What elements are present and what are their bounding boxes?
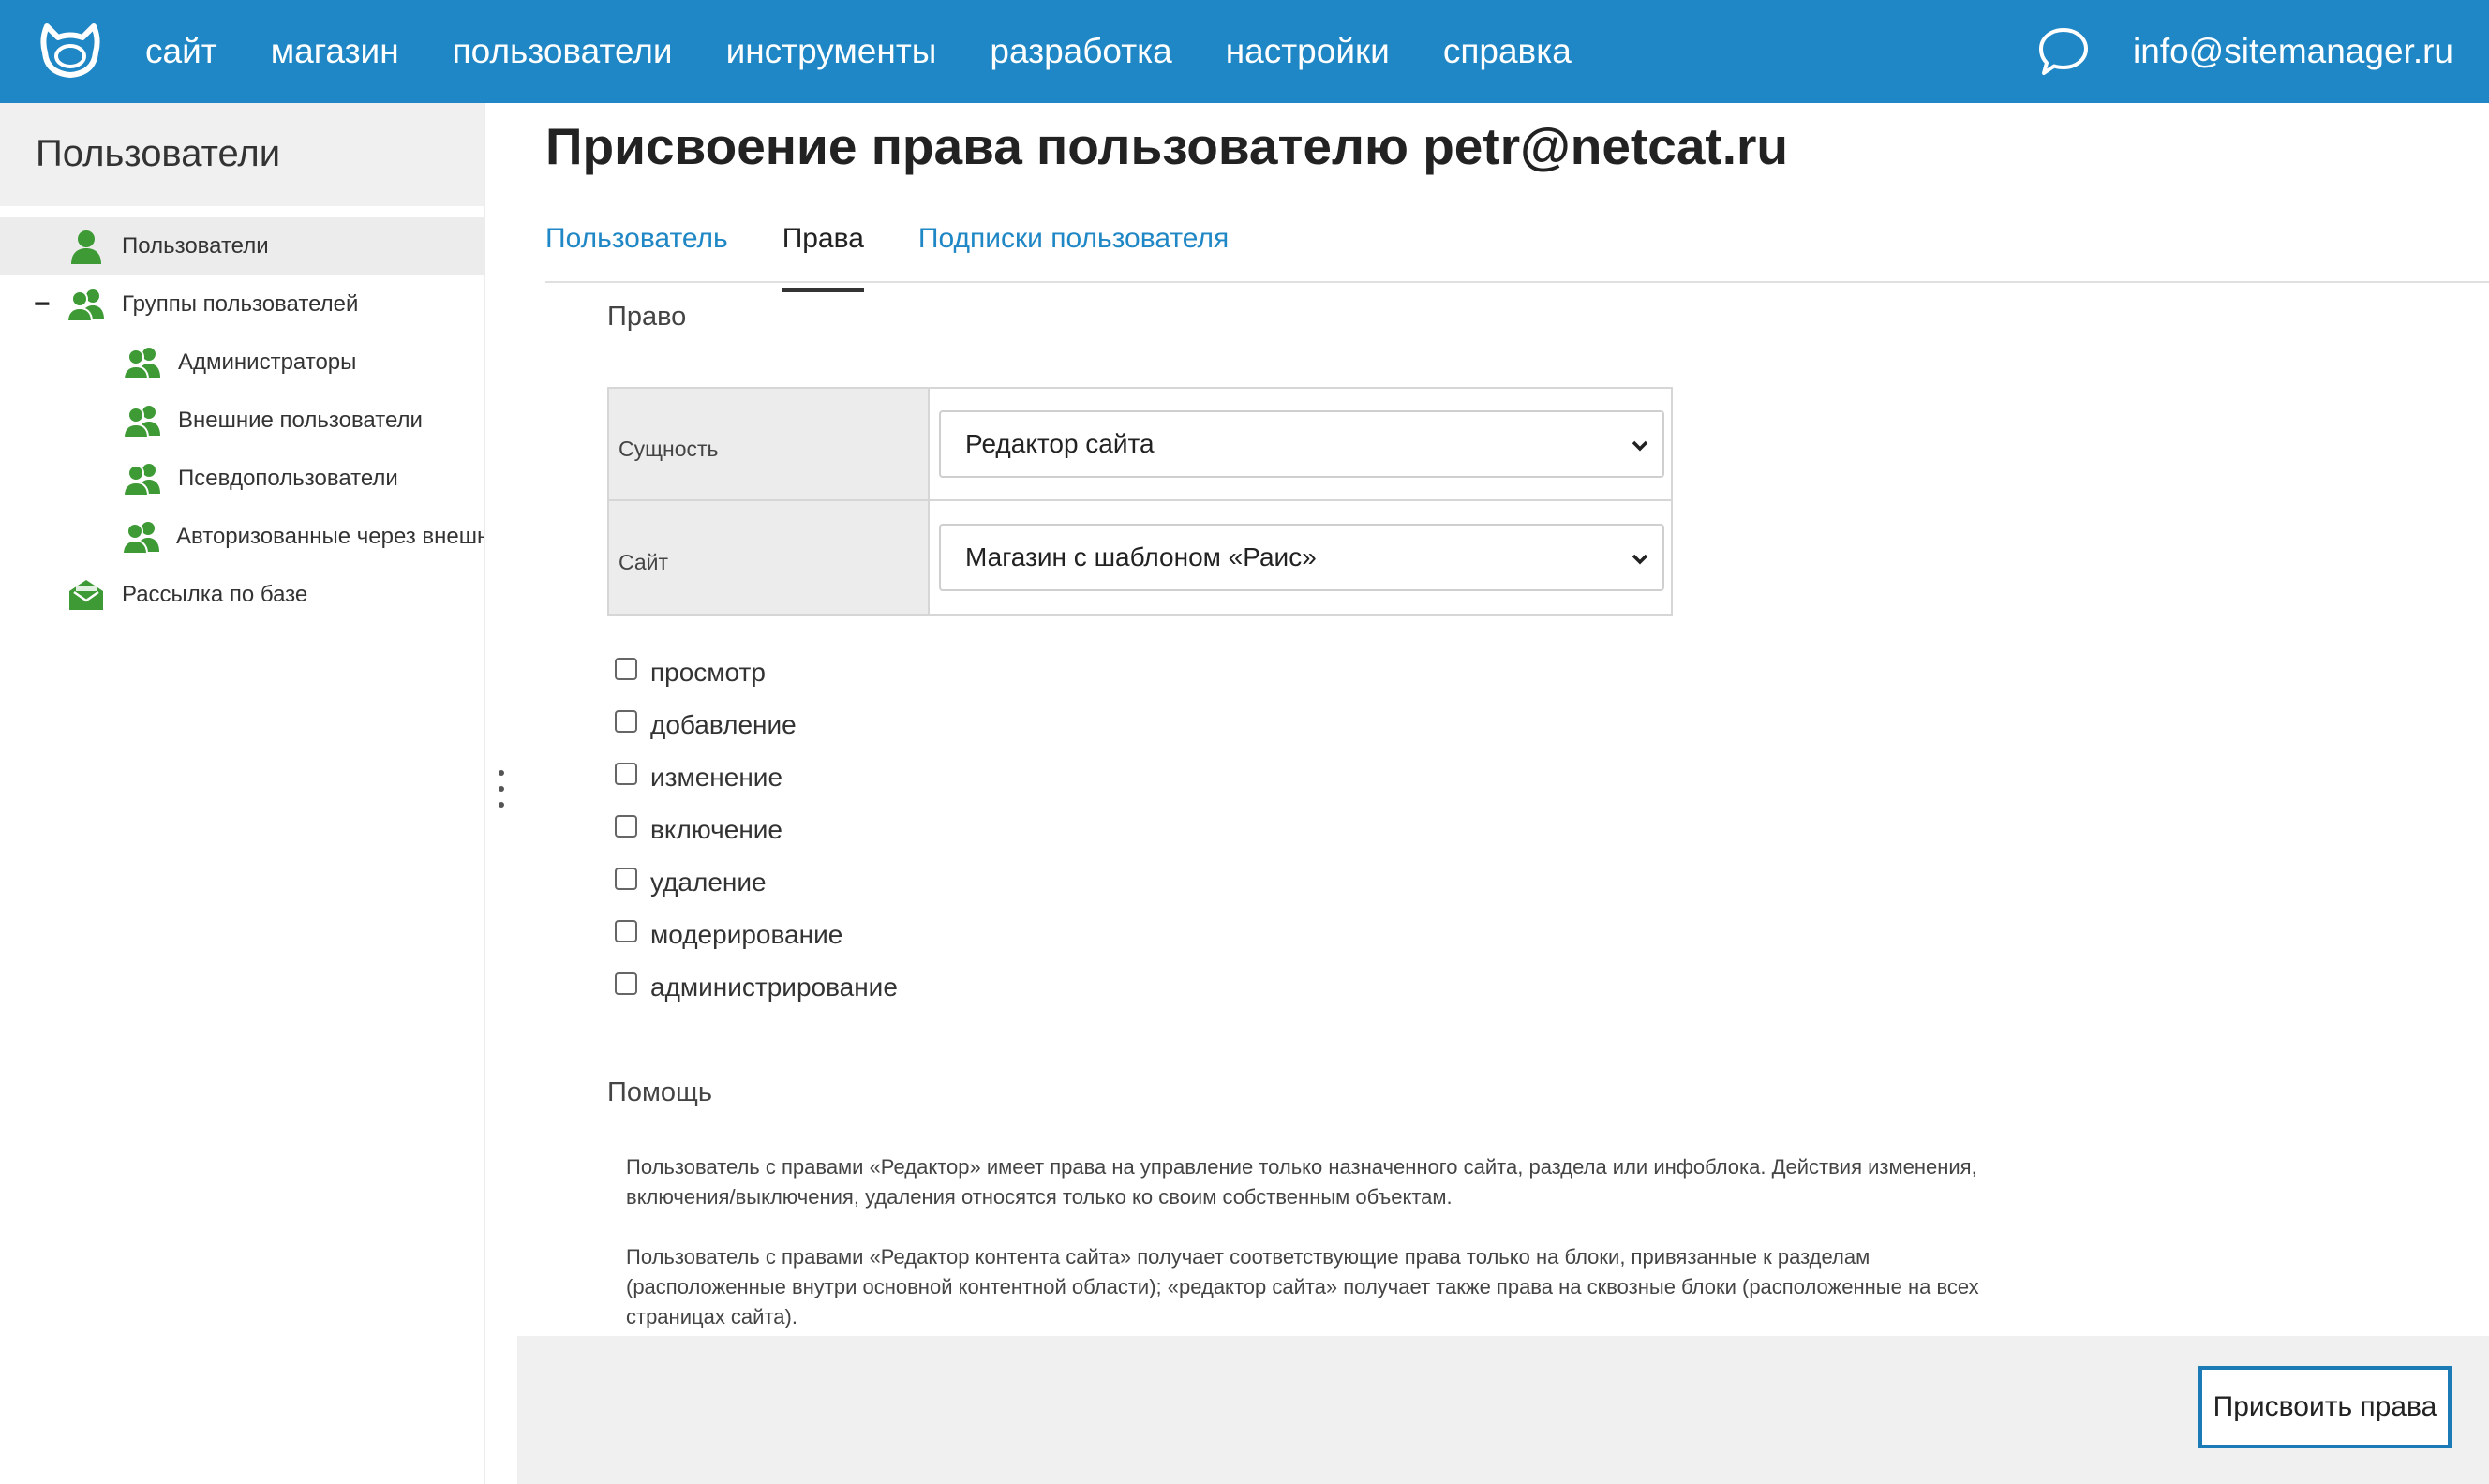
sidebar-item-label: Пользователи <box>122 233 269 259</box>
collapse-toggle-icon[interactable]: − <box>34 290 56 319</box>
permission-label: просмотр <box>650 658 766 687</box>
rights-section-title: Право <box>607 302 687 332</box>
help-paragraph: Пользователь с правами «Редактор контент… <box>626 1245 1979 1328</box>
sidebar-item-mailing[interactable]: Рассылка по базе <box>0 566 484 624</box>
permission-label: модерирование <box>650 920 843 949</box>
chat-bubble-icon[interactable] <box>2037 26 2090 77</box>
sidebar-item-pseudo-users[interactable]: Псевдопользователи <box>0 450 484 508</box>
site-select-value: Магазин с шаблоном «Раис» <box>965 542 1317 571</box>
permission-label: добавление <box>650 710 797 739</box>
sidebar-tree: Пользователи − Группы пользователей Адми… <box>0 217 484 624</box>
entity-label: Сущность <box>609 389 930 499</box>
sidebar-item-administrators[interactable]: Администраторы <box>0 334 484 392</box>
permission-edit[interactable]: изменение <box>615 751 898 804</box>
users-group-icon <box>122 402 163 439</box>
permission-delete[interactable]: удаление <box>615 856 898 909</box>
permission-administer-checkbox[interactable] <box>615 972 637 995</box>
nav-item-settings[interactable]: настройки <box>1226 32 1390 71</box>
site-label: Сайт <box>609 501 930 614</box>
help-section-title: Помощь <box>607 1077 713 1107</box>
form-row-entity: Сущность Редактор сайта <box>609 389 1671 501</box>
permission-label: включение <box>650 815 782 844</box>
tab-user-subscriptions[interactable]: Подписки пользователя <box>918 208 1229 292</box>
users-group-icon <box>66 286 107 323</box>
chevron-down-icon <box>1631 542 1649 572</box>
help-paragraph: Пользователь с правами «Редактор» имеет … <box>626 1155 1977 1209</box>
permissions-list: просмотр добавление изменение включение … <box>615 646 898 1014</box>
sidebar-item-label: Авторизованные через внешн <box>176 524 484 549</box>
sidebar-item-user-groups[interactable]: − Группы пользователей <box>0 275 484 334</box>
topbar-right: info@sitemanager.ru <box>2037 0 2453 103</box>
drag-handle-icon <box>499 770 504 818</box>
permission-moderate[interactable]: модерирование <box>615 909 898 961</box>
tabs-divider <box>545 281 2489 283</box>
page-title: Присвоение права пользователю petr@netca… <box>545 117 1789 175</box>
sidebar: Пользователи Пользователи − Группы польз… <box>0 103 485 1484</box>
permission-delete-checkbox[interactable] <box>615 868 637 890</box>
assign-rights-button[interactable]: Присвоить права <box>2198 1366 2452 1448</box>
permission-label: изменение <box>650 763 783 792</box>
users-group-icon <box>122 518 161 556</box>
sidebar-item-label: Администраторы <box>178 349 357 375</box>
permission-edit-checkbox[interactable] <box>615 763 637 785</box>
permission-label: администрирование <box>650 972 898 1002</box>
tab-user[interactable]: Пользователь <box>545 208 728 292</box>
permission-add-checkbox[interactable] <box>615 710 637 733</box>
top-navbar: сайт магазин пользователи инструменты ра… <box>0 0 2489 103</box>
tabs: Пользователь Права Подписки пользователя <box>545 208 1283 292</box>
form-row-site: Сайт Магазин с шаблоном «Раис» <box>609 501 1671 614</box>
sidebar-item-external-users[interactable]: Внешние пользователи <box>0 392 484 450</box>
user-email-link[interactable]: info@sitemanager.ru <box>2133 32 2453 71</box>
main-nav: сайт магазин пользователи инструменты ра… <box>145 32 1625 71</box>
permission-enable[interactable]: включение <box>615 804 898 856</box>
nav-item-users[interactable]: пользователи <box>453 32 673 71</box>
users-group-icon <box>122 460 163 497</box>
form-footer: Присвоить права <box>517 1336 2489 1484</box>
permission-label: удаление <box>650 868 767 897</box>
netcat-logo-icon[interactable] <box>19 0 122 103</box>
user-icon <box>66 228 107 265</box>
main-content: Присвоение права пользователю petr@netca… <box>517 103 2489 1484</box>
mail-icon <box>66 576 107 614</box>
site-select[interactable]: Магазин с шаблоном «Раис» <box>939 524 1664 591</box>
chevron-down-icon <box>1631 429 1649 459</box>
users-group-icon <box>122 344 163 381</box>
permission-view[interactable]: просмотр <box>615 646 898 699</box>
rights-form-table: Сущность Редактор сайта Сайт Магазин с ш… <box>607 387 1673 616</box>
sidebar-resize-handle[interactable] <box>485 103 517 1484</box>
permission-enable-checkbox[interactable] <box>615 815 637 838</box>
sidebar-item-label: Псевдопользователи <box>178 466 398 491</box>
sidebar-item-label: Рассылка по базе <box>122 582 308 607</box>
permission-administer[interactable]: администрирование <box>615 961 898 1014</box>
nav-item-help[interactable]: справка <box>1443 32 1572 71</box>
permission-add[interactable]: добавление <box>615 699 898 751</box>
nav-item-shop[interactable]: магазин <box>271 32 399 71</box>
sidebar-item-label: Группы пользователей <box>122 291 359 317</box>
nav-item-site[interactable]: сайт <box>145 32 217 71</box>
permission-view-checkbox[interactable] <box>615 658 637 680</box>
sidebar-item-label: Внешние пользователи <box>178 408 423 433</box>
nav-item-development[interactable]: разработка <box>990 32 1171 71</box>
sidebar-item-users[interactable]: Пользователи <box>0 217 484 275</box>
sidebar-title: Пользователи <box>0 103 484 206</box>
nav-item-tools[interactable]: инструменты <box>726 32 937 71</box>
sidebar-item-external-auth[interactable]: Авторизованные через внешн <box>0 508 484 566</box>
permission-moderate-checkbox[interactable] <box>615 920 637 942</box>
entity-select[interactable]: Редактор сайта <box>939 410 1664 478</box>
tab-rights[interactable]: Права <box>782 208 865 292</box>
entity-select-value: Редактор сайта <box>965 429 1155 458</box>
help-text: Пользователь с правами «Редактор» имеет … <box>626 1152 2032 1362</box>
